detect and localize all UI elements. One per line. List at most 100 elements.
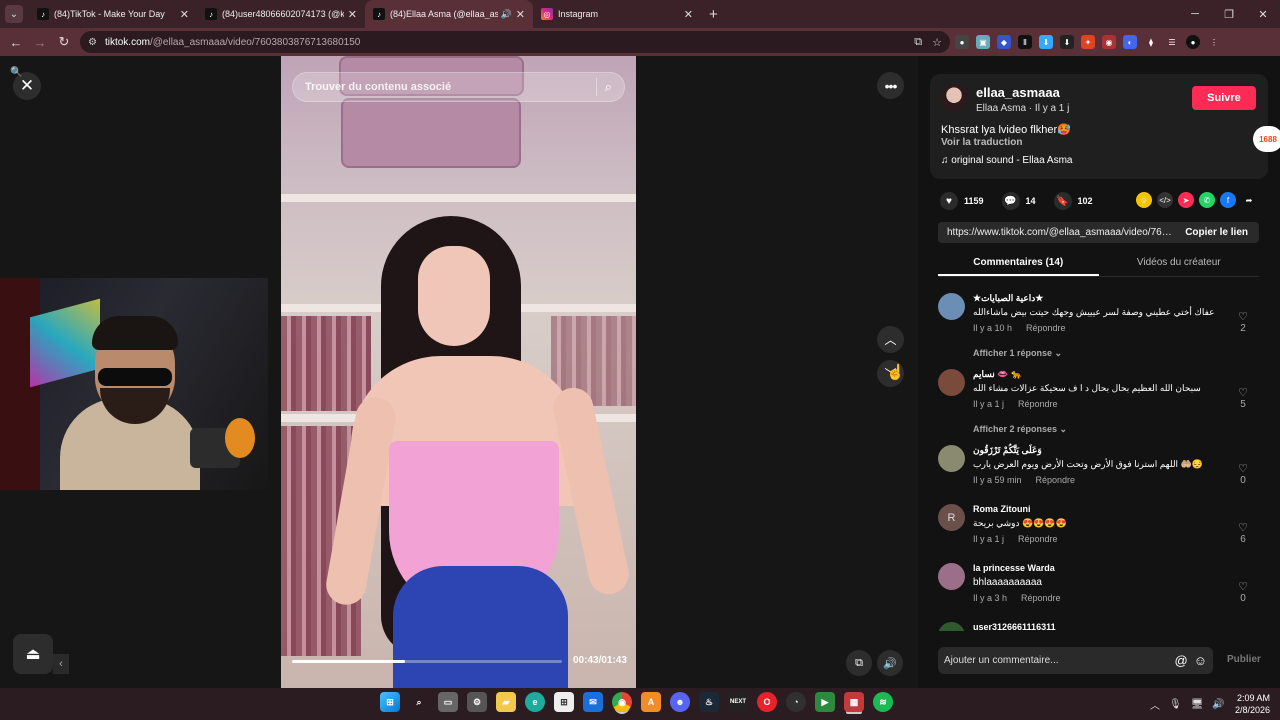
commenter-avatar[interactable]	[938, 445, 965, 472]
comment-like-icon[interactable]: ♡	[1235, 386, 1251, 399]
commenter-avatar[interactable]	[938, 369, 965, 396]
speaker-icon[interactable]: 🔊	[501, 9, 512, 20]
obs-icon[interactable]: ◔	[786, 692, 806, 712]
avatar[interactable]	[940, 84, 968, 112]
share-arrow-icon[interactable]: ➦	[1241, 192, 1257, 208]
send-icon[interactable]: ➤	[1178, 192, 1194, 208]
store-icon[interactable]: ⊞	[554, 692, 574, 712]
tab-creator-videos[interactable]: Vidéos du créateur	[1099, 252, 1260, 276]
extension-icon[interactable]: ◆	[997, 35, 1011, 49]
previous-video-button[interactable]: ︿	[877, 326, 904, 353]
friends-share-icon[interactable]: ☺	[1136, 192, 1152, 208]
reply-button[interactable]: Répondre	[1036, 475, 1076, 485]
view-replies-button[interactable]: Afficher 1 réponse ⌄	[973, 348, 1268, 365]
commenter-name[interactable]: la princesse Warda	[973, 563, 1055, 573]
see-translation-link[interactable]: Voir la traduction	[941, 137, 1023, 148]
volume-button[interactable]: 🔊	[877, 650, 903, 676]
like-button[interactable]: ♥ 1159	[940, 192, 984, 210]
extension-icon[interactable]: ◉	[1102, 35, 1116, 49]
game-icon[interactable]: ▶	[815, 692, 835, 712]
profile-avatar[interactable]: ●	[1186, 35, 1200, 49]
comment-like-icon[interactable]: ♡	[1235, 521, 1251, 534]
reply-button[interactable]: Répondre	[1018, 534, 1058, 544]
tab-comments[interactable]: Commentaires (14)	[938, 252, 1099, 276]
menu-toggle-button[interactable]: ⏏	[13, 634, 53, 674]
network-icon[interactable]: 🖥	[1191, 699, 1204, 710]
commenter-avatar[interactable]	[938, 622, 965, 631]
next-icon[interactable]: NEXT	[728, 692, 748, 712]
extensions-puzzle-icon[interactable]: ⧫	[1144, 35, 1158, 49]
extension-icon[interactable]: ●	[955, 35, 969, 49]
view-replies-button[interactable]: Afficher 2 réponses ⌄	[973, 424, 1268, 441]
opera-icon[interactable]: O	[757, 692, 777, 712]
tab-search-button[interactable]: ⌄	[5, 5, 23, 23]
app-icon[interactable]: A	[641, 692, 661, 712]
minimize-icon[interactable]: ─	[1178, 0, 1212, 28]
mention-icon[interactable]: @	[1175, 653, 1188, 668]
save-button[interactable]: 🔖 102	[1053, 192, 1093, 210]
more-options-button[interactable]: •••	[877, 72, 904, 99]
1688-extension-badge[interactable]: 1688	[1253, 126, 1280, 152]
commenter-name[interactable]: نسايم 👄 🐆	[973, 369, 1022, 380]
windows-start-icon[interactable]: ⊞	[380, 692, 400, 712]
file-explorer-icon[interactable]: ▰	[496, 692, 516, 712]
browser-tab[interactable]: ◎ Instagram ✕	[533, 0, 701, 28]
related-search-bar[interactable]: ⌕	[292, 72, 625, 102]
reading-list-icon[interactable]: ☰	[1165, 35, 1179, 49]
close-tab-icon[interactable]: ✕	[348, 8, 357, 21]
gallery-icon[interactable]: ▦	[844, 692, 864, 712]
task-view-icon[interactable]: ▭	[438, 692, 458, 712]
site-info-icon[interactable]: ⚙	[88, 37, 97, 48]
spotify-icon[interactable]: ≋	[873, 692, 893, 712]
settings-icon[interactable]: ⚙	[467, 692, 487, 712]
embed-icon[interactable]: </>	[1157, 192, 1173, 208]
close-tab-icon[interactable]: ✕	[684, 8, 693, 21]
whatsapp-icon[interactable]: ✆	[1199, 192, 1215, 208]
extension-icon[interactable]: ⬇	[1060, 35, 1074, 49]
search-icon[interactable]: ⌕	[409, 692, 429, 712]
tray-chevron-icon[interactable]: ︿	[1150, 697, 1160, 712]
new-tab-icon[interactable]: +	[709, 6, 718, 23]
extension-icon[interactable]: ⬇	[1039, 35, 1053, 49]
close-window-icon[interactable]: ✕	[1246, 0, 1280, 28]
comment-like-icon[interactable]: ♡	[1235, 580, 1251, 593]
chrome-icon[interactable]: ◉	[612, 692, 632, 712]
extension-icon[interactable]: ✦	[1081, 35, 1095, 49]
pip-button[interactable]: ⧉	[846, 650, 872, 676]
follow-button[interactable]: Suivre	[1192, 86, 1256, 110]
extension-icon[interactable]: ▣	[976, 35, 990, 49]
commenter-name[interactable]: وَعَلَى يَتَّكُمْ تَرْزَقُون	[973, 445, 1042, 456]
reload-icon[interactable]: ↻	[52, 34, 76, 50]
extension-icon[interactable]: Ⅱ	[1018, 35, 1032, 49]
steam-icon[interactable]: ♨	[699, 692, 719, 712]
emoji-icon[interactable]: ☺	[1194, 653, 1207, 668]
commenter-name[interactable]: Roma Zitouni	[973, 504, 1031, 514]
reply-button[interactable]: Répondre	[1026, 323, 1066, 333]
microphone-icon[interactable]: 🎙	[1169, 699, 1182, 710]
discord-icon[interactable]: ☻	[670, 692, 690, 712]
close-tab-icon[interactable]: ✕	[180, 8, 189, 21]
address-bar[interactable]: ⚙ tiktok.com/@ellaa_asmaaa/video/7603803…	[80, 31, 950, 53]
browser-tab[interactable]: ♪ (84)TikTok - Make Your Day ✕	[29, 0, 197, 28]
extension-icon[interactable]: ◐	[1123, 35, 1137, 49]
search-icon[interactable]: ⌕	[605, 79, 612, 95]
browser-tab[interactable]: ♪ (84)user48066602074173 (@kh ✕	[197, 0, 365, 28]
commenter-avatar[interactable]	[938, 293, 965, 320]
back-icon[interactable]: ←	[4, 35, 28, 50]
mail-icon[interactable]: ✉	[583, 692, 603, 712]
commenter-name[interactable]: ★داعية الصبايات★	[973, 293, 1043, 304]
commenter-avatar[interactable]: R	[938, 504, 965, 531]
close-tab-icon[interactable]: ✕	[516, 8, 525, 21]
browser-tab-active[interactable]: ♪ (84)Ellaa Asma (@ellaa_asmaaa 🔊 ✕	[365, 0, 533, 28]
comment-button[interactable]: 💬 14	[1001, 192, 1036, 210]
commenter-avatar[interactable]	[938, 563, 965, 590]
forward-icon[interactable]: →	[28, 35, 52, 50]
comment-input[interactable]	[944, 655, 1169, 666]
restore-icon[interactable]: ❐	[1212, 0, 1246, 28]
facebook-icon[interactable]: f	[1220, 192, 1236, 208]
author-username[interactable]: ellaa_asmaaa	[976, 85, 1060, 100]
copy-link-button[interactable]: Copier le lien	[1174, 227, 1259, 238]
publish-button[interactable]: Publier	[1227, 654, 1261, 665]
related-search-input[interactable]	[305, 81, 588, 93]
video-progress-bar[interactable]	[292, 660, 562, 663]
